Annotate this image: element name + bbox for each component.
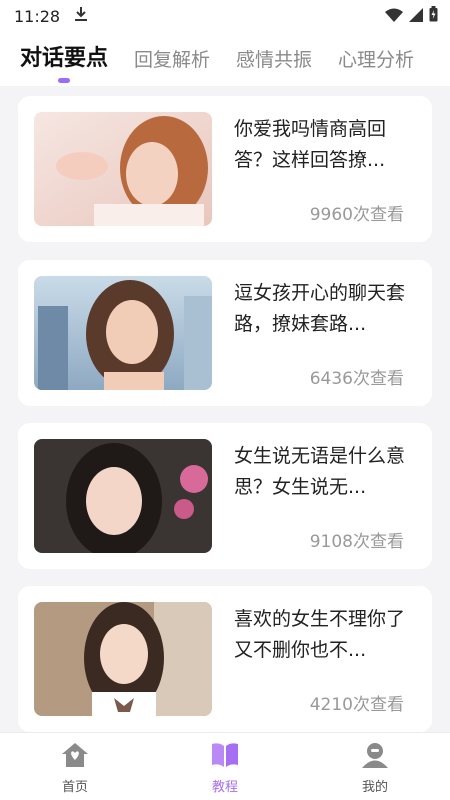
article-title: 喜欢的女生不理你了又不删你也不... bbox=[234, 608, 406, 661]
tab-psychology-analysis[interactable]: 心理分析 bbox=[338, 45, 414, 86]
tab-label: 回复解析 bbox=[134, 49, 211, 71]
status-bar: 11:28 bbox=[0, 0, 450, 32]
nav-mine[interactable]: 我的 bbox=[300, 733, 450, 800]
article-list[interactable]: 你爱我吗情商高回答？这样回答撩... 9960次查看 逗女孩开心的聊天套路，撩妹… bbox=[0, 86, 450, 732]
article-title: 女生说无语是什么意思？女生说无... bbox=[234, 445, 406, 498]
article-thumbnail bbox=[34, 439, 212, 553]
download-icon bbox=[74, 6, 88, 26]
home-icon bbox=[60, 741, 90, 773]
tab-emotional-resonance[interactable]: 感情共振 bbox=[236, 45, 312, 86]
status-time: 11:28 bbox=[14, 6, 61, 26]
article-view-count: 4210次查看 bbox=[309, 695, 404, 715]
article-view-count: 9960次查看 bbox=[309, 205, 404, 225]
active-tab-indicator bbox=[58, 78, 70, 83]
tab-label: 对话要点 bbox=[20, 46, 109, 71]
article-thumbnail bbox=[34, 602, 212, 716]
user-icon bbox=[360, 741, 390, 773]
nav-label: 我的 bbox=[361, 780, 388, 795]
article-view-count: 6436次查看 bbox=[309, 369, 404, 389]
article-title: 你爱我吗情商高回答？这样回答撩... bbox=[234, 118, 387, 171]
article-card[interactable]: 逗女孩开心的聊天套路，撩妹套路... 6436次查看 bbox=[18, 260, 432, 406]
article-card[interactable]: 你爱我吗情商高回答？这样回答撩... 9960次查看 bbox=[18, 96, 432, 242]
tab-dialog-points[interactable]: 对话要点 bbox=[20, 40, 108, 86]
nav-label: 首页 bbox=[61, 780, 88, 795]
article-thumbnail bbox=[34, 112, 212, 226]
article-card[interactable]: 女生说无语是什么意思？女生说无... 9108次查看 bbox=[18, 423, 432, 569]
nav-label: 教程 bbox=[211, 780, 238, 795]
tab-reply-analysis[interactable]: 回复解析 bbox=[134, 45, 210, 86]
article-thumbnail bbox=[34, 276, 212, 390]
battery-icon bbox=[429, 6, 438, 26]
nav-tutorial[interactable]: 教程 bbox=[150, 733, 300, 800]
article-card[interactable]: 喜欢的女生不理你了又不删你也不... 4210次查看 bbox=[18, 586, 432, 732]
nav-home[interactable]: 首页 bbox=[0, 733, 150, 800]
book-icon bbox=[210, 741, 240, 773]
article-title: 逗女孩开心的聊天套路，撩妹套路... bbox=[234, 282, 406, 335]
tab-label: 心理分析 bbox=[338, 49, 415, 71]
wifi-icon bbox=[385, 7, 403, 26]
category-tabs: 对话要点 回复解析 感情共振 心理分析 bbox=[0, 32, 450, 86]
signal-icon bbox=[409, 7, 423, 26]
bottom-navigation: 首页 教程 我的 bbox=[0, 732, 450, 800]
tab-label: 感情共振 bbox=[236, 49, 313, 71]
article-view-count: 9108次查看 bbox=[309, 532, 404, 552]
